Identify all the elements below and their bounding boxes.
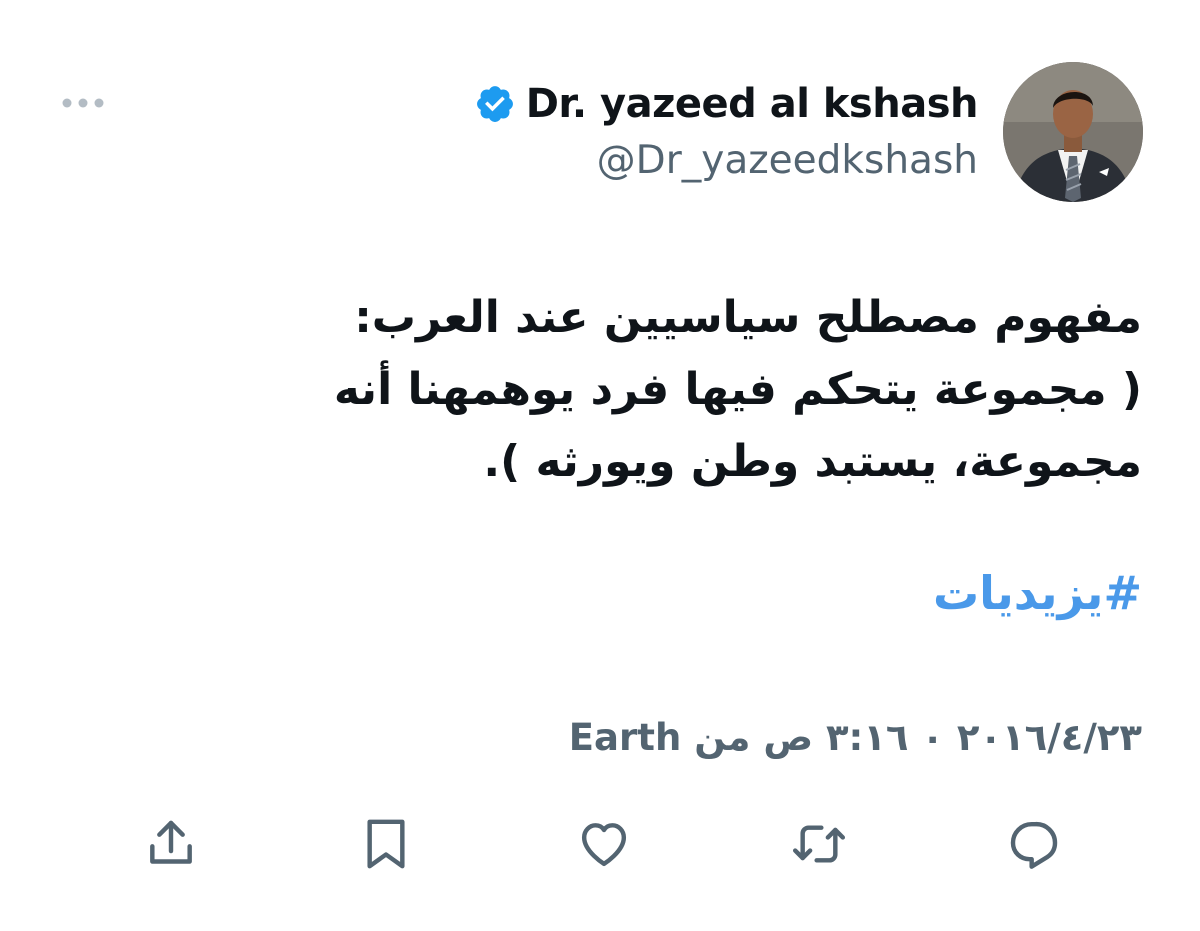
verified-icon — [476, 86, 513, 122]
tweet-text-line: ( مجموعة يتحكم فيها فرد يوهمهنا أنه — [333, 364, 1142, 415]
like-button[interactable] — [572, 812, 636, 876]
retweet-icon — [792, 825, 846, 863]
more-icon — [62, 98, 104, 108]
avatar-photo — [1003, 62, 1143, 202]
tweet-text-line: مجموعة، يستبد وطن ويورثه ). — [483, 436, 1142, 487]
author-handle[interactable]: @Dr_yazeedkshash — [474, 138, 978, 183]
avatar[interactable] — [1003, 62, 1143, 202]
more-options-button[interactable] — [58, 88, 108, 118]
tweet-timestamp: ٢٠١٦/٤/٢٣ ٠ ٣:١٦ ص من Earth — [569, 716, 1142, 759]
meta-separator: ٠ — [921, 716, 944, 759]
tweet-source[interactable]: Earth — [569, 716, 682, 759]
tweet-date[interactable]: ٢٠١٦/٤/٢٣ — [957, 716, 1142, 759]
like-icon — [581, 823, 627, 867]
author-display-name[interactable]: Dr. yazeed al kshash — [526, 81, 979, 127]
reply-icon — [1010, 821, 1058, 869]
bookmark-icon — [367, 819, 405, 869]
reply-button[interactable] — [1002, 812, 1066, 876]
tweet-time[interactable]: ٣:١٦ ص — [763, 716, 908, 759]
retweet-button[interactable] — [787, 812, 851, 876]
author-name-row: Dr. yazeed al kshash — [474, 78, 979, 130]
share-icon — [150, 820, 192, 864]
tweet-text: مفهوم مصطلح سياسيين عند العرب: ( مجموعة … — [142, 282, 1142, 498]
author-info[interactable]: Dr. yazeed al kshash @Dr_yazeedkshash — [474, 78, 979, 183]
tweet-text-line: مفهوم مصطلح سياسيين عند العرب: — [354, 292, 1142, 343]
bookmark-button[interactable] — [354, 812, 418, 876]
action-bar — [0, 812, 1200, 882]
hashtag-link[interactable]: #يزيديات — [933, 566, 1142, 620]
share-button[interactable] — [139, 812, 203, 876]
tweet-card: Dr. yazeed al kshash @Dr_yazeedkshash مف… — [0, 0, 1200, 931]
via-label: من — [694, 716, 751, 759]
